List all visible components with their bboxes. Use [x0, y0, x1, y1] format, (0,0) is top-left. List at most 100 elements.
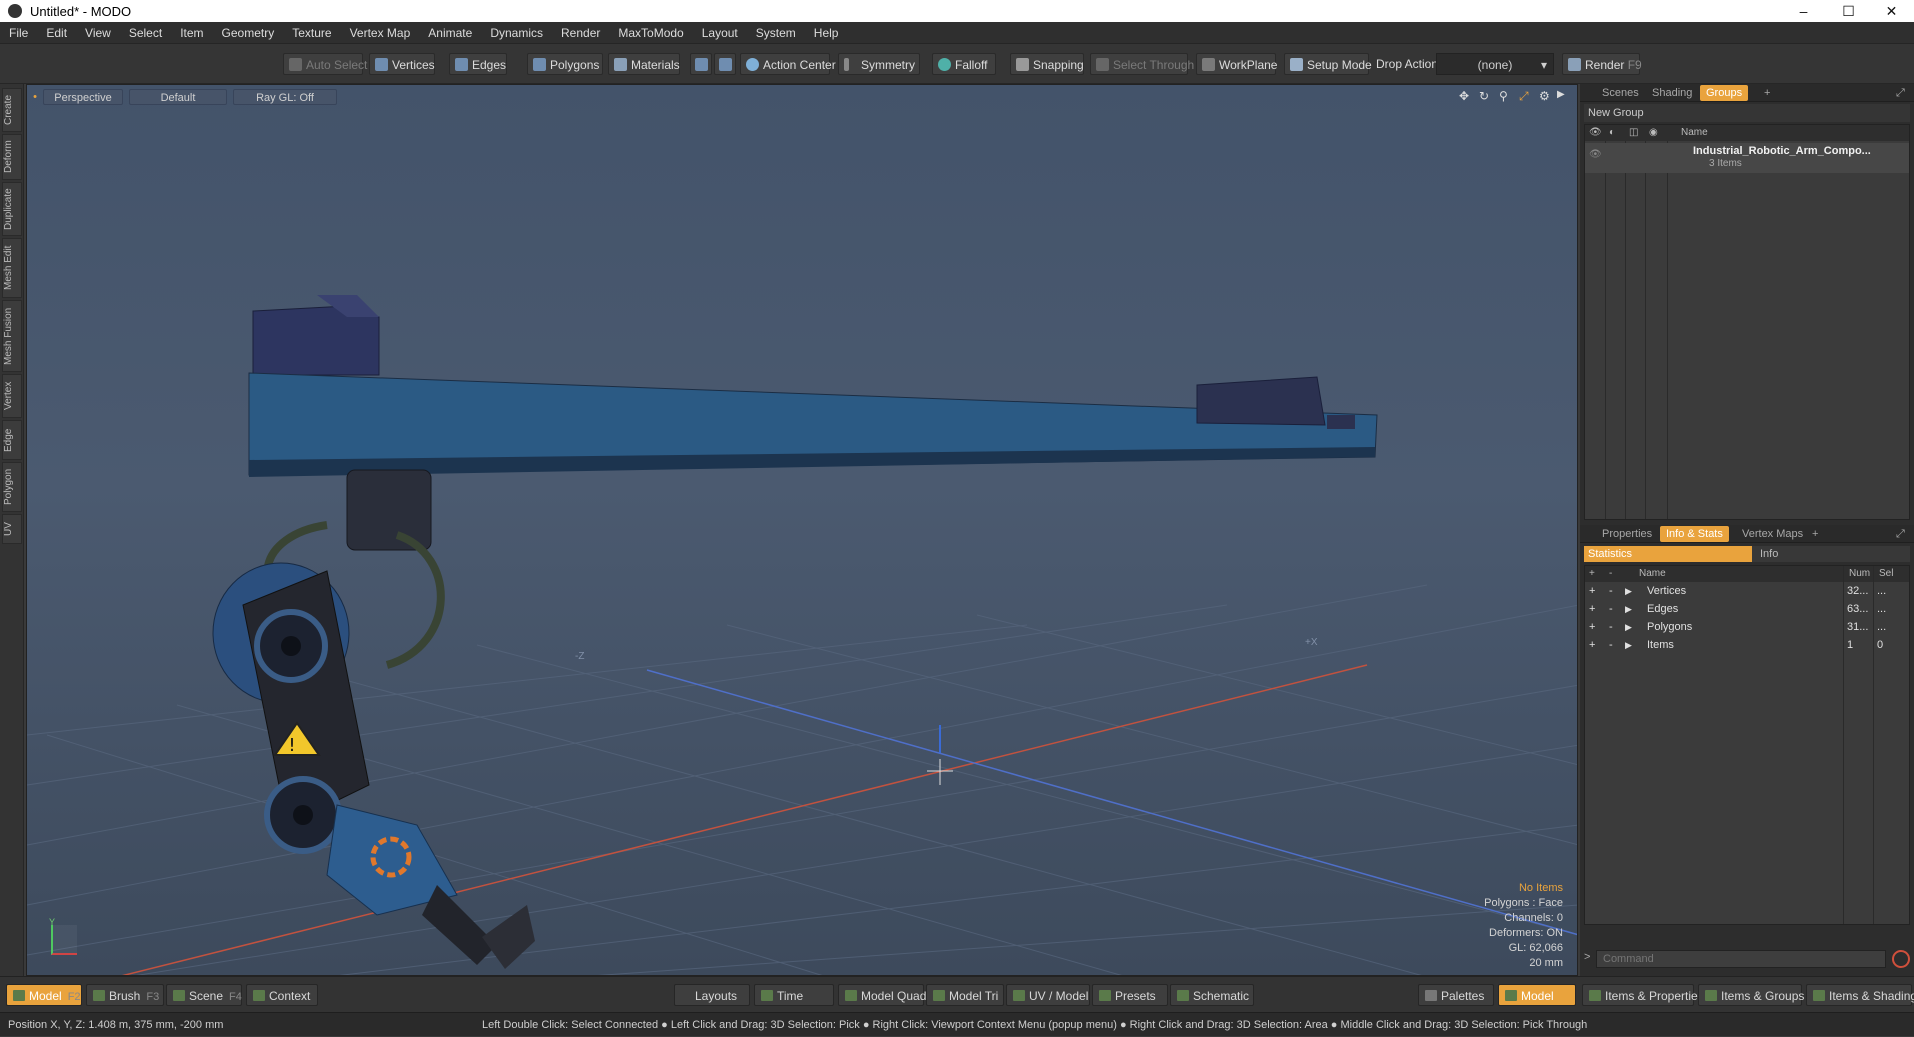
tab-mesh-fusion[interactable]: Mesh Fusion [2, 300, 22, 372]
command-input[interactable] [1596, 950, 1886, 968]
expand-panel-icon[interactable]: ⤢ [1890, 85, 1911, 101]
edges-button[interactable]: Edges [449, 53, 507, 75]
expand-arrow-icon[interactable]: ▶ [1625, 636, 1632, 654]
tab-mesh-edit[interactable]: Mesh Edit [2, 238, 22, 298]
new-group-button[interactable]: New Group [1584, 104, 1910, 122]
model-tab-button[interactable]: Model [1498, 984, 1576, 1006]
menu-dynamics[interactable]: Dynamics [481, 22, 552, 44]
layout-context-button[interactable]: Context [246, 984, 318, 1006]
presets-button[interactable]: Presets [1092, 984, 1168, 1006]
component-mode-button[interactable] [690, 53, 712, 75]
raygl-toggle-button[interactable]: Ray GL: Off [233, 89, 337, 105]
group-item[interactable]: 👁 Industrial_Robotic_Arm_Compo... 3 Item… [1585, 143, 1909, 173]
expand-arrow-icon[interactable]: ▶ [1625, 600, 1632, 618]
expand-panel-icon[interactable]: ⤢ [1890, 526, 1911, 542]
setup-mode-button[interactable]: Setup Mode [1284, 53, 1372, 75]
stats-row-items[interactable]: + - ▶ Items 1 0 [1585, 636, 1909, 654]
menu-select[interactable]: Select [120, 22, 171, 44]
select-toggle-icon[interactable]: ◉ [1649, 125, 1658, 141]
workplane-button[interactable]: WorkPlane [1196, 53, 1277, 75]
falloff-button[interactable]: Falloff [932, 53, 996, 75]
model-tri-button[interactable]: Model Tri [926, 984, 1004, 1006]
tab-vertex-maps[interactable]: Vertex Maps [1736, 526, 1809, 542]
collapse-all-icon[interactable]: - [1609, 566, 1612, 582]
stats-row-edges[interactable]: + - ▶ Edges 63... ... [1585, 600, 1909, 618]
rotate-icon[interactable]: ↻ [1479, 89, 1489, 103]
tab-uv[interactable]: UV [2, 514, 22, 544]
add-tab-icon[interactable]: + [1806, 526, 1824, 542]
gear-icon[interactable]: ⚙ [1539, 89, 1550, 103]
item-mode-button[interactable] [714, 53, 736, 75]
snapping-button[interactable]: Snapping [1010, 53, 1084, 75]
expand-all-icon[interactable]: + [1589, 566, 1595, 582]
vertices-button[interactable]: Vertices [369, 53, 435, 75]
model-quad-button[interactable]: Model Quad [838, 984, 926, 1006]
stats-row-polygons[interactable]: + - ▶ Polygons 31... ... [1585, 618, 1909, 636]
pan-icon[interactable]: ✥ [1459, 89, 1469, 103]
close-button[interactable]: ✕ [1869, 0, 1914, 22]
layout-model-button[interactable]: Model F2 [6, 984, 82, 1006]
tab-info-stats[interactable]: Info & Stats [1660, 526, 1729, 542]
items-shading-button[interactable]: Items & Shading [1806, 984, 1914, 1006]
expand-arrow-icon[interactable]: ▶ [1625, 582, 1632, 600]
layout-brush-button[interactable]: Brush F3 [86, 984, 164, 1006]
menu-file[interactable]: File [0, 22, 37, 44]
zoom-icon[interactable]: ⚲ [1499, 89, 1508, 103]
maximize-button[interactable]: ☐ [1826, 0, 1871, 22]
render-toggle-icon[interactable]: ◐ [1609, 125, 1615, 141]
items-properties-button[interactable]: Items & Properties [1582, 984, 1704, 1006]
menu-texture[interactable]: Texture [283, 22, 340, 44]
schematic-button[interactable]: Schematic [1170, 984, 1254, 1006]
tab-info[interactable]: Info [1752, 546, 1910, 562]
tab-properties[interactable]: Properties [1596, 526, 1658, 542]
expand-arrow-icon[interactable]: ▶ [1625, 618, 1632, 636]
menu-help[interactable]: Help [805, 22, 848, 44]
menu-animate[interactable]: Animate [419, 22, 481, 44]
render-button[interactable]: Render F9 [1562, 53, 1642, 75]
symmetry-button[interactable]: Symmetry [838, 53, 920, 75]
tab-vertex[interactable]: Vertex [2, 374, 22, 418]
tab-edge[interactable]: Edge [2, 420, 22, 460]
uv-model-button[interactable]: UV / Model [1006, 984, 1090, 1006]
robotic-arm-model[interactable]: ! [212, 295, 1378, 969]
tab-duplicate[interactable]: Duplicate [2, 182, 22, 236]
tab-scenes[interactable]: Scenes [1596, 85, 1645, 101]
stats-row-vertices[interactable]: + - ▶ Vertices 32... ... [1585, 582, 1909, 600]
eye-icon[interactable]: 👁 [1589, 149, 1602, 161]
shading-default-button[interactable]: Default [129, 89, 227, 105]
menu-view[interactable]: View [76, 22, 120, 44]
palettes-button[interactable]: Palettes [1418, 984, 1494, 1006]
tab-statistics[interactable]: Statistics [1584, 546, 1752, 562]
tab-shading[interactable]: Shading [1646, 85, 1698, 101]
fit-icon[interactable]: ⤢ [1519, 89, 1529, 104]
3d-viewport[interactable]: ! • Perspective Default Ray GL: Off ✥ ↻ … [26, 84, 1578, 976]
menu-vertex-map[interactable]: Vertex Map [341, 22, 420, 44]
action-center-button[interactable]: Action Center [740, 53, 836, 75]
layouts-button[interactable]: Layouts [674, 984, 750, 1006]
chevron-right-icon[interactable]: ▶ [1557, 89, 1565, 100]
select-through-button[interactable]: Select Through [1090, 53, 1194, 75]
time-button[interactable]: Time [754, 984, 834, 1006]
menu-render[interactable]: Render [552, 22, 609, 44]
layout-scene-button[interactable]: Scene F4 [166, 984, 242, 1006]
materials-button[interactable]: Materials [608, 53, 680, 75]
viewport-menu-icon[interactable]: • [31, 89, 39, 105]
minimize-button[interactable]: – [1781, 0, 1826, 22]
menu-edit[interactable]: Edit [37, 22, 76, 44]
drop-action-select[interactable]: (none) ▾ [1436, 53, 1554, 75]
eye-icon[interactable]: 👁 [1589, 125, 1602, 141]
menu-item[interactable]: Item [171, 22, 212, 44]
tab-deform[interactable]: Deform [2, 134, 22, 180]
record-icon[interactable] [1892, 950, 1910, 968]
add-tab-icon[interactable]: + [1758, 85, 1776, 101]
menu-geometry[interactable]: Geometry [213, 22, 284, 44]
tab-groups[interactable]: Groups [1700, 85, 1749, 101]
tab-polygon[interactable]: Polygon [2, 462, 22, 512]
lock-icon[interactable]: ◫ [1629, 125, 1638, 141]
polygons-button[interactable]: Polygons [527, 53, 603, 75]
tab-create[interactable]: Create [2, 88, 22, 132]
perspective-view-button[interactable]: Perspective [43, 89, 123, 105]
menu-layout[interactable]: Layout [693, 22, 747, 44]
menu-maxtomodo[interactable]: MaxToModo [609, 22, 692, 44]
auto-select-button[interactable]: Auto Select [283, 53, 367, 75]
